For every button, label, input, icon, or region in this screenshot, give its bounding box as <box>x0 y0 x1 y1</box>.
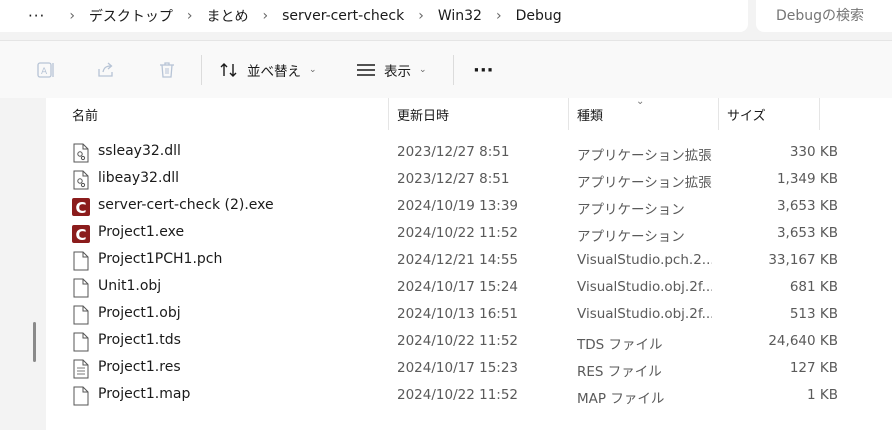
file-type: RES ファイル <box>577 364 662 380</box>
file-type: アプリケーション拡張 <box>577 148 712 164</box>
file-row[interactable]: Project1PCH1.pch 2024/12/21 14:55 VisualSt… <box>72 247 838 274</box>
breadcrumb-item[interactable]: Win32 <box>438 0 482 32</box>
file-name: Project1.obj <box>98 305 181 321</box>
file-date: 2024/10/13 16:51 <box>397 306 519 322</box>
file-row[interactable]: Unit1.obj 2024/10/17 15:24 VisualStudio.ob… <box>72 274 838 301</box>
file-icon <box>72 386 90 406</box>
chevron-right-icon[interactable]: › <box>263 8 269 24</box>
file-date: 2024/10/17 15:24 <box>397 279 519 295</box>
file-row[interactable]: ssleay32.dll 2023/12/27 8:51 アプリケーション拡張 330… <box>72 139 838 166</box>
search-box[interactable] <box>756 0 892 32</box>
file-date: 2024/10/17 15:23 <box>397 360 519 376</box>
share-icon[interactable] <box>90 54 122 86</box>
file-icon <box>72 332 90 352</box>
column-header-type[interactable]: 種類 <box>577 98 603 130</box>
view-button[interactable]: 表示 ⌄ <box>356 54 427 86</box>
breadcrumb: › デスクトップ › まとめ › server-cert-check › Win32 › Debu… <box>55 0 561 32</box>
file-name: Project1.res <box>98 359 181 375</box>
file-date: 2023/12/27 8:51 <box>397 171 510 187</box>
column-header-size[interactable]: サイズ <box>727 98 766 130</box>
breadcrumb-item[interactable]: server-cert-check <box>282 0 404 32</box>
delete-icon[interactable] <box>151 54 183 86</box>
file-size: 127 KB <box>789 360 838 376</box>
chevron-right-icon[interactable]: › <box>418 8 424 24</box>
sort-label: 並べ替え <box>247 64 301 80</box>
file-size: 513 KB <box>789 306 838 322</box>
file-date: 2024/10/22 11:52 <box>397 225 519 241</box>
file-name: Unit1.obj <box>98 278 162 294</box>
file-date: 2024/10/19 13:39 <box>397 198 519 214</box>
file-type: TDS ファイル <box>577 337 663 353</box>
file-size: 1 KB <box>807 387 838 403</box>
chevron-right-icon[interactable]: › <box>187 8 193 24</box>
file-size: 3,653 KB <box>776 225 838 241</box>
file-name: libeay32.dll <box>98 170 180 186</box>
file-size: 681 KB <box>789 279 838 295</box>
file-type: MAP ファイル <box>577 391 665 407</box>
file-row[interactable]: Project1.tds 2024/10/22 11:52 TDS ファイル 24,6… <box>72 328 838 355</box>
file-row[interactable]: Project1.res 2024/10/17 15:23 RES ファイル 127 … <box>72 355 838 382</box>
file-type: アプリケーション拡張 <box>577 175 712 191</box>
file-type: アプリケーション <box>577 202 685 218</box>
chevron-right-icon[interactable]: › <box>69 8 75 24</box>
file-date: 2024/10/22 11:52 <box>397 333 519 349</box>
svg-text:C: C <box>75 199 86 217</box>
file-row[interactable]: libeay32.dll 2023/12/27 8:51 アプリケーション拡張 1,3… <box>72 166 838 193</box>
cpp-builder-exe-icon: C <box>72 197 90 217</box>
navigation-pane <box>0 98 46 430</box>
breadcrumb-item[interactable]: デスクトップ <box>89 0 173 32</box>
breadcrumb-item[interactable]: Debug <box>516 0 562 32</box>
file-name: Project1.tds <box>98 332 181 348</box>
file-date: 2023/12/27 8:51 <box>397 144 510 160</box>
sort-button[interactable]: 並べ替え ⌄ <box>219 54 317 86</box>
list-view-icon <box>357 64 375 76</box>
file-date: 2024/12/21 14:55 <box>397 252 519 268</box>
file-name: server-cert-check (2).exe <box>98 197 274 213</box>
file-name: Project1.exe <box>98 224 185 240</box>
file-type: アプリケーション <box>577 229 685 245</box>
dll-icon <box>72 170 90 190</box>
file-icon <box>72 251 90 271</box>
file-size: 330 KB <box>789 144 838 160</box>
file-row[interactable]: Project1.obj 2024/10/13 16:51 VisualStudio… <box>72 301 838 328</box>
column-header-date[interactable]: 更新日時 <box>397 98 449 130</box>
file-name: ssleay32.dll <box>98 143 181 159</box>
column-header-name[interactable]: 名前 <box>72 98 98 130</box>
view-label: 表示 <box>384 64 411 80</box>
command-bar: A 並べ替え ⌄ 表示 ⌄ ··· <box>0 40 892 99</box>
file-name: Project1.map <box>98 386 191 402</box>
file-date: 2024/10/22 11:52 <box>397 387 519 403</box>
file-type: VisualStudio.obj.2f... <box>577 279 712 295</box>
sort-indicator-icon: ⌄ <box>636 96 645 107</box>
address-bar[interactable]: ··· › デスクトップ › まとめ › server-cert-check › Win32 ›… <box>0 0 748 32</box>
svg-text:C: C <box>75 226 86 244</box>
breadcrumb-item[interactable]: まとめ <box>207 0 249 32</box>
cpp-builder-exe-icon: C <box>72 224 90 244</box>
file-row[interactable]: Cserver-cert-check (2).exe 2024/10/19 13:… <box>72 193 838 220</box>
chevron-down-icon: ⌄ <box>309 65 317 75</box>
file-name: Project1PCH1.pch <box>98 251 223 267</box>
file-size: 24,640 KB <box>768 333 838 349</box>
sort-icon <box>220 63 237 77</box>
file-icon <box>72 305 90 325</box>
text-file-icon <box>72 359 90 379</box>
search-input[interactable] <box>756 7 892 25</box>
chevron-right-icon[interactable]: › <box>496 8 502 24</box>
file-type: VisualStudio.obj.2f... <box>577 306 712 322</box>
file-size: 1,349 KB <box>776 171 838 187</box>
nav-scrollbar[interactable] <box>33 322 36 362</box>
file-icon <box>72 278 90 298</box>
file-row[interactable]: C Project1.exe 2024/10/22 11:52 アプリケーション 3,6… <box>72 220 838 247</box>
breadcrumb-overflow-button[interactable]: ··· <box>28 7 45 25</box>
file-size: 33,167 KB <box>768 252 838 268</box>
file-row[interactable]: Project1.map 2024/10/22 11:52 MAP ファイル 1 KB <box>72 382 838 409</box>
svg-text:A: A <box>41 67 48 77</box>
file-size: 3,653 KB <box>776 198 838 214</box>
file-type: VisualStudio.pch.2... <box>577 252 712 268</box>
dll-icon <box>72 143 90 163</box>
rename-icon[interactable]: A <box>30 54 62 86</box>
chevron-down-icon: ⌄ <box>419 65 427 75</box>
more-options-button[interactable]: ··· <box>473 54 494 86</box>
file-list: ⌄ 名前 更新日時 種類 サイズ ssleay32.dll 2023/12/27 … <box>46 96 892 430</box>
